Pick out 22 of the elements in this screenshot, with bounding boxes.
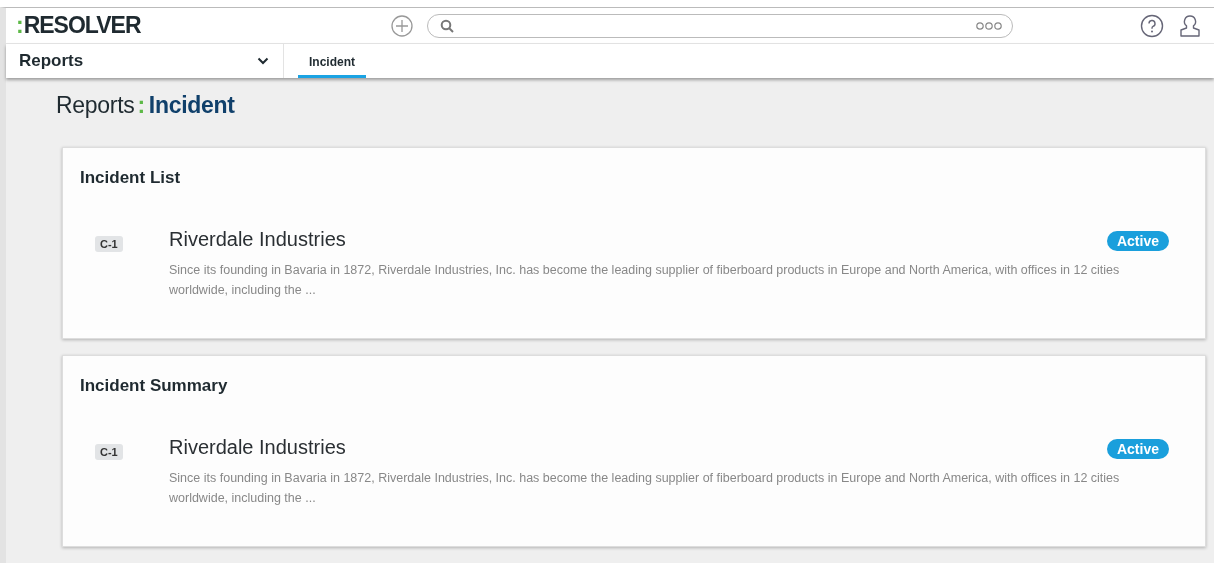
reports-dropdown[interactable]: Reports	[6, 44, 284, 78]
logo-text: RESOLVER	[23, 12, 141, 39]
section-title: Incident Summary	[80, 376, 228, 395]
user-icon[interactable]	[1178, 13, 1202, 38]
help-icon[interactable]	[1140, 13, 1164, 38]
record-name[interactable]: Riverdale Industries	[169, 228, 1107, 252]
section-title: Incident List	[80, 168, 181, 187]
page-title: Incident	[148, 92, 235, 119]
status-badge: Active	[1106, 439, 1169, 459]
record-name[interactable]: Riverdale Industries	[169, 436, 1107, 460]
chevron-down-icon	[257, 57, 269, 65]
logo-mark: :	[16, 12, 23, 39]
breadcrumb-link[interactable]: Reports	[56, 92, 135, 119]
record-code: C-1	[95, 444, 123, 460]
add-icon[interactable]	[391, 14, 413, 37]
record-code: C-1	[95, 236, 123, 252]
record-description: Since its founding in Bavaria in 1872, Riverdale Industries, Inc. has become the leading supplier of fiberboard products in Europe and North America, with offices in 12 cities worldwide, including the ...	[169, 262, 1121, 299]
breadcrumb-separator: :	[137, 92, 145, 119]
more-icon[interactable]	[976, 20, 1002, 31]
status-badge: Active	[1106, 231, 1169, 251]
search-icon	[440, 18, 454, 33]
record-description: Since its founding in Bavaria in 1872, Riverdale Industries, Inc. has become the leading supplier of fiberboard products in Europe and North America, with offices in 12 cities worldwide, including the ...	[169, 470, 1121, 507]
